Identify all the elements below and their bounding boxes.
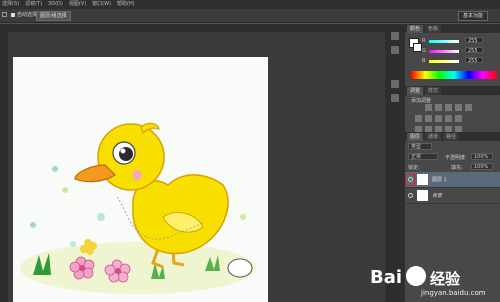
- right-panels: 颜色 色板 R 255 G 255 B 255 调整 样式 添加调整 图层 通道…: [405, 24, 500, 302]
- background-color-swatch[interactable]: [413, 43, 422, 52]
- visibility-eye-icon[interactable]: [408, 193, 413, 198]
- history-panel-icon[interactable]: [391, 32, 399, 40]
- tab-styles[interactable]: 样式: [425, 87, 442, 95]
- channel-b-label: B: [422, 58, 426, 64]
- exposure-icon[interactable]: [455, 104, 462, 111]
- paw-icon: [406, 266, 426, 286]
- levels-icon[interactable]: [435, 104, 442, 111]
- channel-mixer-icon[interactable]: [455, 115, 462, 122]
- channel-b-value[interactable]: 255: [465, 57, 483, 64]
- menu-item-3d[interactable]: 3D(D): [48, 0, 63, 9]
- channel-b-slider[interactable]: [429, 60, 459, 63]
- add-adjustment-label: 添加调整: [411, 98, 432, 104]
- info-panel-icon[interactable]: [391, 46, 399, 54]
- menu-item-view[interactable]: 视图(V): [69, 0, 86, 9]
- channel-g-value[interactable]: 255: [465, 47, 483, 54]
- watermark-url: jingyan.baidu.com: [421, 289, 486, 297]
- opacity-input[interactable]: 100%: [471, 153, 493, 160]
- channel-r-value[interactable]: 255: [465, 37, 483, 44]
- blend-mode-dropdown[interactable]: 正常: [408, 153, 438, 160]
- menu-item-help[interactable]: 帮助(H): [117, 0, 135, 9]
- layer-name[interactable]: 背景: [432, 193, 442, 199]
- highlight-box: [405, 174, 415, 186]
- layer-kind-filter[interactable]: 类型: [408, 143, 432, 150]
- opacity-label: 不透明度:: [445, 155, 467, 161]
- horizontal-ruler: [0, 24, 385, 32]
- color-panel-header: 颜色 色板: [405, 24, 500, 33]
- curves-icon[interactable]: [445, 104, 452, 111]
- vertical-ruler: [0, 24, 8, 302]
- tab-adjustments[interactable]: 调整: [407, 87, 424, 95]
- color-spectrum-bar[interactable]: [411, 71, 497, 79]
- layer-group-select-dropdown[interactable]: 图层/组选择: [36, 11, 71, 21]
- menu-bar: 选择(S) 滤镜(T) 3D(D) 视图(V) 窗口(W) 帮助(H): [0, 0, 500, 9]
- watermark-brand-a: Bai: [370, 267, 403, 288]
- duck-artwork: [20, 122, 256, 294]
- move-tool-icon[interactable]: [2, 12, 7, 17]
- document-canvas[interactable]: [13, 57, 268, 302]
- tab-color[interactable]: 颜色: [407, 25, 424, 33]
- tab-channels[interactable]: 通道: [425, 133, 442, 141]
- menu-item-filter[interactable]: 滤镜(T): [25, 0, 42, 9]
- auto-select-checkbox[interactable]: [11, 13, 15, 17]
- tab-swatches[interactable]: 色板: [425, 25, 442, 33]
- fill-input[interactable]: 100%: [471, 163, 493, 170]
- hue-saturation-icon[interactable]: [415, 115, 422, 122]
- channel-r-slider[interactable]: [429, 40, 459, 43]
- layer-row-background[interactable]: 背景: [405, 188, 500, 204]
- workspace-dropdown[interactable]: 基本功能: [458, 11, 488, 21]
- baidu-watermark: Bai 经验 jingyan.baidu.com: [368, 264, 498, 298]
- menu-item-window[interactable]: 窗口(W): [92, 0, 111, 9]
- channel-g-slider[interactable]: [429, 50, 459, 53]
- photo-filter-icon[interactable]: [445, 115, 452, 122]
- menu-item-select[interactable]: 选择(S): [2, 0, 19, 9]
- color-balance-icon[interactable]: [425, 115, 432, 122]
- adjustments-panel-header: 调整 样式: [405, 86, 500, 95]
- fill-label: 填充:: [451, 165, 463, 171]
- layer-name[interactable]: 图层 1: [432, 177, 447, 183]
- brush-panel-icon[interactable]: [391, 94, 399, 102]
- tab-paths[interactable]: 路径: [443, 133, 460, 141]
- watermark-brand-b: 经验: [430, 270, 461, 288]
- canvas-area[interactable]: [8, 32, 385, 302]
- properties-panel-icon[interactable]: [391, 80, 399, 88]
- channel-g-label: G: [422, 48, 426, 54]
- tab-layers[interactable]: 图层: [407, 133, 424, 141]
- layer-row-layer1[interactable]: 图层 1: [405, 172, 500, 188]
- layer-thumbnail: [417, 174, 428, 185]
- panel-dock-strip: [385, 24, 405, 302]
- lock-label: 锁定:: [408, 165, 420, 171]
- layers-panel-header: 图层 通道 路径: [405, 132, 500, 141]
- vibrance-icon[interactable]: [465, 104, 472, 111]
- black-white-icon[interactable]: [435, 115, 442, 122]
- options-bar: 自动选择: 图层/组选择 基本功能: [0, 9, 500, 23]
- layer-thumbnail: [417, 190, 428, 201]
- channel-r-label: R: [422, 38, 426, 44]
- brightness-icon[interactable]: [425, 104, 432, 111]
